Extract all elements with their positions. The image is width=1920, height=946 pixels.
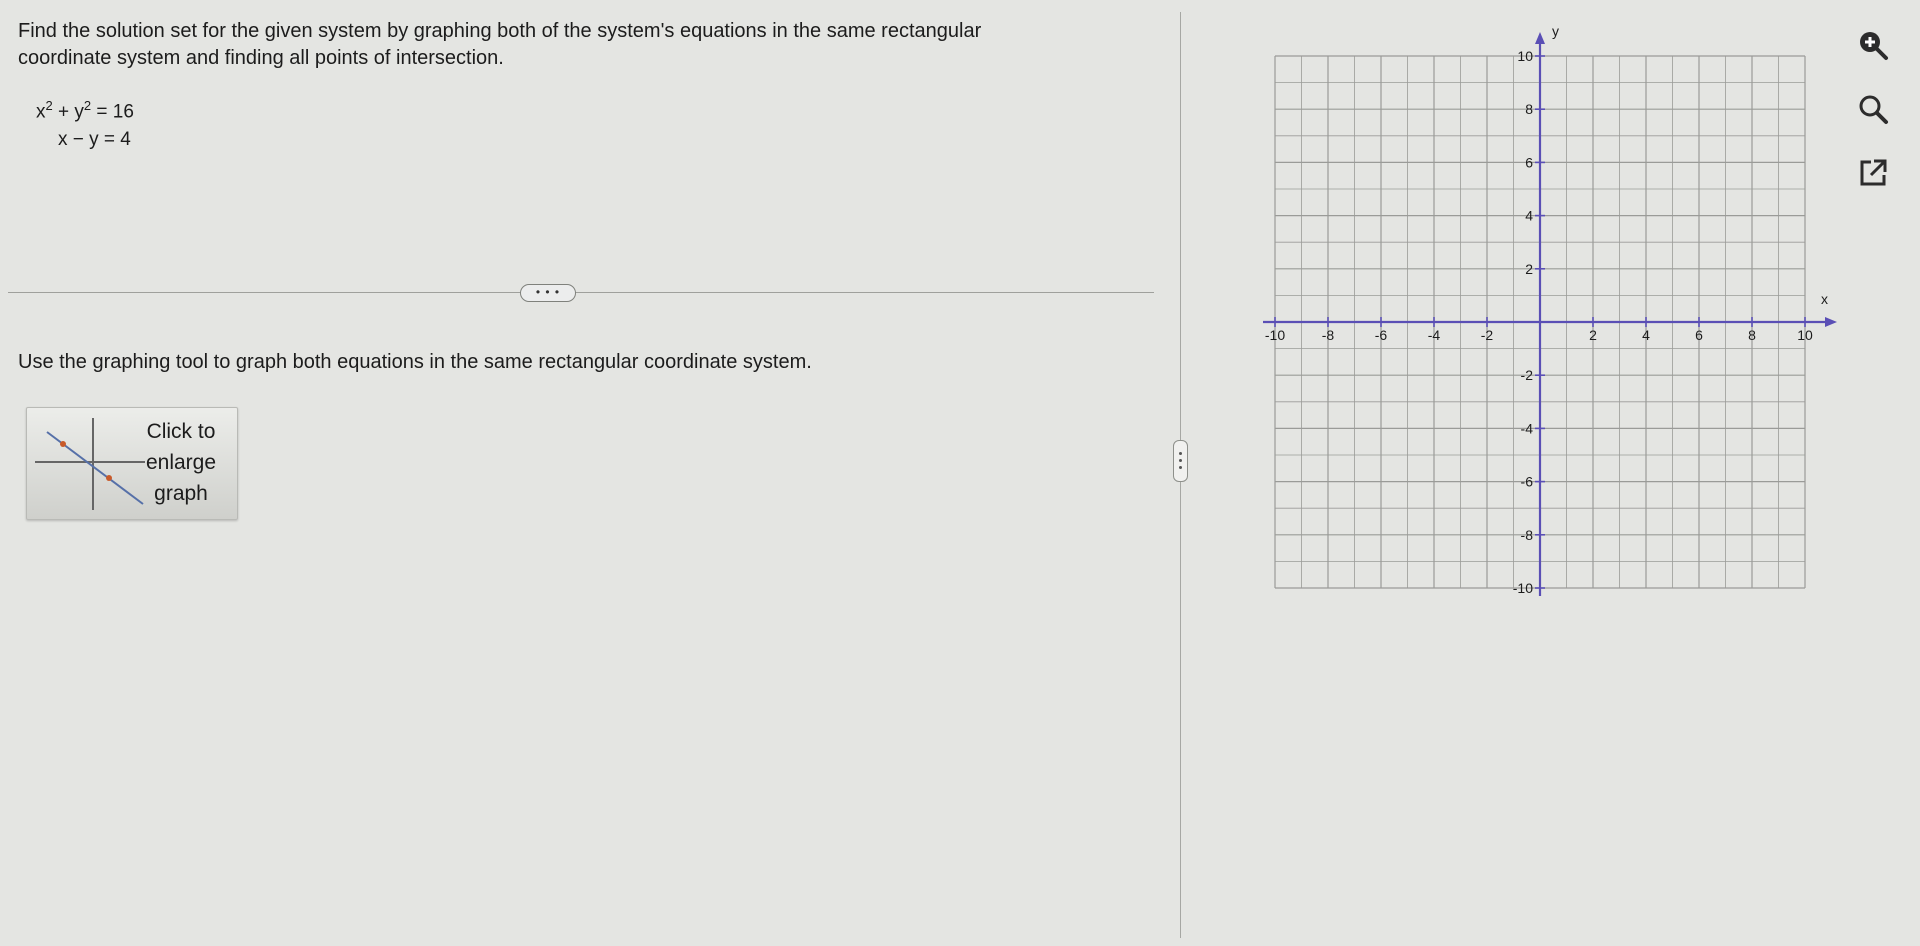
eq1-x: x: [36, 101, 46, 123]
equation-circle: x2 + y2 = 16: [36, 92, 134, 126]
y-tick-label: 2: [1525, 261, 1533, 277]
x-tick-label: -6: [1375, 327, 1388, 343]
x-tick-label: -4: [1428, 327, 1441, 343]
equation-line: x − y = 4: [58, 129, 131, 151]
zoom-in-icon[interactable]: [1856, 28, 1890, 62]
graphing-area[interactable]: -10 -8 -6 -4 -2 2 4 6 8 10 10 8 6 4 2 -2 -4 -6 -8 -10 x y: [1250, 20, 1850, 610]
y-tick-label: -6: [1521, 474, 1534, 490]
y-tick-label: 10: [1517, 48, 1533, 64]
show-more-button[interactable]: • • •: [520, 284, 576, 302]
splitter-handle[interactable]: [1173, 440, 1188, 482]
enlarge-graph-label: Click to enlarge graph: [145, 420, 217, 505]
graph-instruction: Use the graphing tool to graph both equa…: [18, 351, 812, 373]
eq1-rhs: = 16: [96, 101, 134, 123]
question-prompt: Find the solution set for the given syst…: [18, 20, 982, 69]
x-tick-label: 8: [1748, 327, 1756, 343]
y-tick-label: -4: [1521, 420, 1534, 436]
section-divider: [8, 292, 1154, 293]
eq1-y-exponent: 2: [83, 98, 92, 113]
graph-thumbnail-icon: [35, 418, 145, 510]
x-axis-arrow: [1825, 317, 1837, 327]
x-tick-label: -8: [1322, 327, 1335, 343]
zoom-out-icon[interactable]: [1856, 92, 1890, 126]
x-tick-label: 4: [1642, 327, 1650, 343]
y-tick-label: -8: [1521, 527, 1534, 543]
x-tick-label: -10: [1265, 327, 1285, 343]
eq1-y: y: [74, 101, 84, 123]
axes: [1263, 32, 1837, 596]
eq1-x-exponent: 2: [45, 98, 53, 113]
x-tick-label: 6: [1695, 327, 1703, 343]
x-tick-label: 2: [1589, 327, 1597, 343]
y-tick-label: 8: [1525, 101, 1533, 117]
y-axis-arrow: [1535, 32, 1545, 44]
y-tick-label: 6: [1525, 154, 1533, 170]
x-tick-label: 10: [1797, 327, 1813, 343]
y-axis-label: y: [1552, 23, 1559, 39]
enlarge-graph-button[interactable]: Click to enlarge graph: [26, 407, 238, 520]
question-panel: Find the solution set for the given syst…: [0, 0, 1180, 946]
eq1-plus: +: [58, 101, 70, 123]
x-tick-label: -2: [1481, 327, 1494, 343]
y-tick-label: -2: [1521, 367, 1534, 383]
external-link-icon[interactable]: [1856, 156, 1890, 190]
y-tick-label: -10: [1513, 580, 1533, 596]
y-tick-label: 4: [1525, 208, 1533, 224]
x-axis-label: x: [1821, 291, 1828, 307]
equation-system: x2 + y2 = 16 x − y = 4: [36, 92, 134, 154]
